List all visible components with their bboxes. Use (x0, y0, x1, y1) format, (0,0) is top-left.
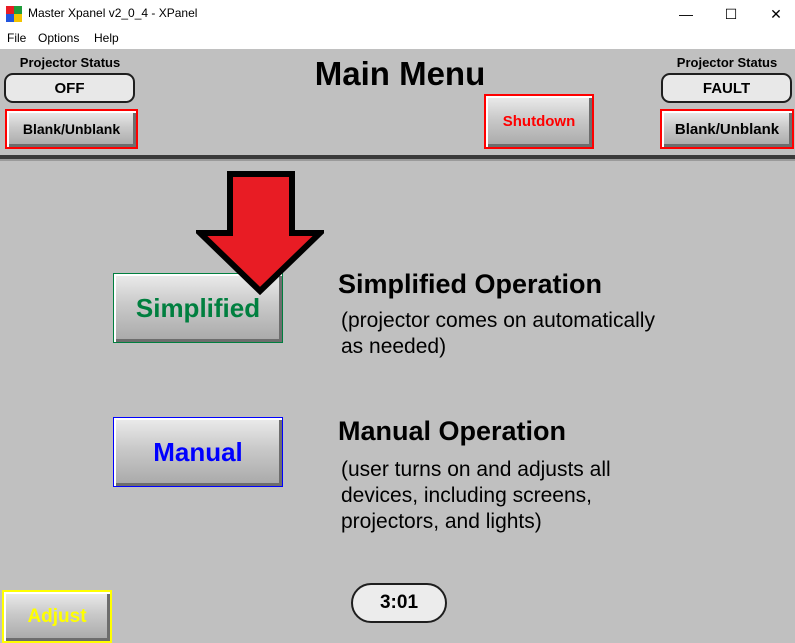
main-panel: Projector Status OFF Blank/Unblank Main … (0, 49, 795, 643)
header-divider-shadow (0, 159, 795, 161)
manual-button[interactable]: Manual (113, 417, 283, 487)
window-title: Master Xpanel v2_0_4 - XPanel (28, 6, 198, 20)
manual-heading: Manual Operation (338, 416, 567, 446)
down-arrow-icon (196, 171, 324, 295)
right-projector-status: FAULT (661, 73, 792, 103)
left-projector-status: OFF (4, 73, 135, 103)
xpanel-app-icon (6, 6, 22, 22)
right-projector-status-label: Projector Status (676, 55, 778, 70)
page-title: Main Menu (314, 55, 486, 92)
clock-display: 3:01 (351, 583, 447, 623)
right-blank-unblank-button[interactable]: Blank/Unblank (660, 109, 794, 149)
menu-options[interactable]: Options (38, 31, 79, 45)
menu-bar: File Options Help (0, 28, 795, 49)
menu-file[interactable]: File (7, 31, 26, 45)
simplified-heading: Simplified Operation (338, 269, 603, 299)
left-projector-status-label: Projector Status (19, 55, 121, 70)
close-button[interactable]: ✕ (753, 0, 795, 28)
left-blank-unblank-button[interactable]: Blank/Unblank (5, 109, 138, 149)
adjust-button[interactable]: Adjust (2, 590, 112, 643)
simplified-description-line2: as needed) (341, 335, 447, 358)
manual-description-line2: devices, including screens, (341, 484, 592, 507)
maximize-button[interactable]: ☐ (708, 0, 754, 28)
manual-description-line1: (user turns on and adjusts all (341, 458, 611, 481)
minimize-button[interactable]: — (663, 0, 709, 28)
simplified-description-line1: (projector comes on automatically (341, 309, 655, 332)
manual-description-line3: projectors, and lights) (341, 510, 542, 533)
menu-help[interactable]: Help (94, 31, 119, 45)
shutdown-button[interactable]: Shutdown (484, 94, 594, 149)
title-bar: Master Xpanel v2_0_4 - XPanel — ☐ ✕ (0, 0, 795, 28)
